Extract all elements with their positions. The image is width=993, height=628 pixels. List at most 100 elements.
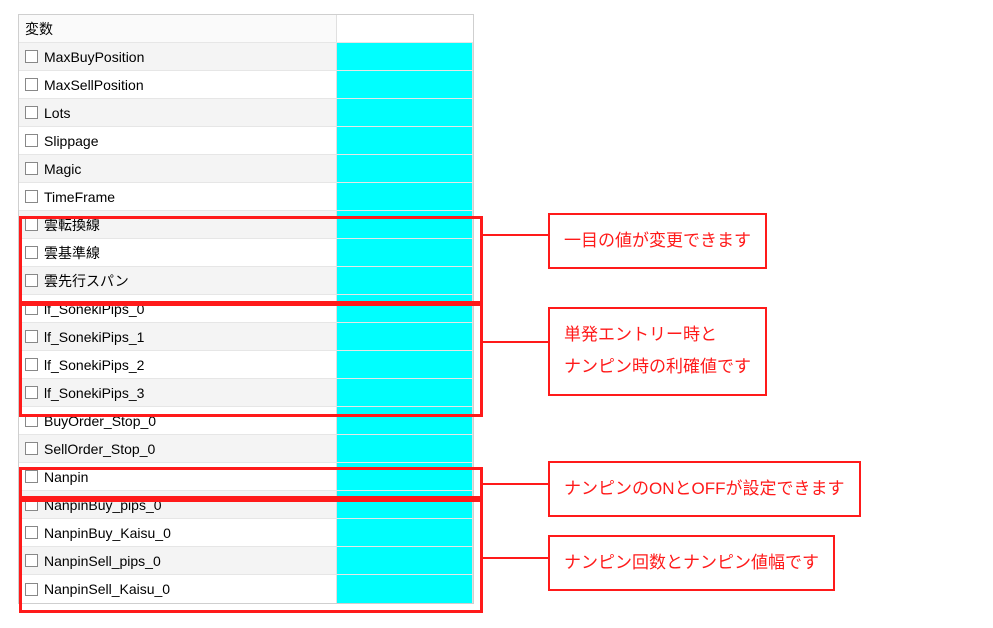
- param-value-cell[interactable]: [337, 43, 473, 70]
- param-label: Magic: [44, 161, 81, 177]
- row-checkbox[interactable]: [25, 386, 38, 399]
- param-name-cell: lf_SonekiPips_2: [19, 351, 337, 378]
- param-label: SellOrder_Stop_0: [44, 441, 155, 457]
- param-name-cell: TimeFrame: [19, 183, 337, 210]
- param-label: lf_SonekiPips_2: [44, 357, 144, 373]
- table-row[interactable]: SellOrder_Stop_0: [19, 435, 473, 463]
- param-value-cell[interactable]: [337, 127, 473, 154]
- param-label: NanpinBuy_Kaisu_0: [44, 525, 171, 541]
- param-label: NanpinSell_pips_0: [44, 553, 161, 569]
- callout-sonekipips: 単発エントリー時と ナンピン時の利確値です: [548, 307, 767, 396]
- table-row[interactable]: lf_SonekiPips_0: [19, 295, 473, 323]
- row-checkbox[interactable]: [25, 470, 38, 483]
- row-checkbox[interactable]: [25, 526, 38, 539]
- row-checkbox[interactable]: [25, 274, 38, 287]
- row-checkbox[interactable]: [25, 302, 38, 315]
- param-label: MaxBuyPosition: [44, 49, 144, 65]
- callout-text: ナンピン回数とナンピン値幅です: [564, 553, 819, 572]
- callout-nanpin-params: ナンピン回数とナンピン値幅です: [548, 535, 835, 591]
- param-value-cell[interactable]: [337, 351, 473, 378]
- param-value-cell[interactable]: [337, 183, 473, 210]
- table-row[interactable]: lf_SonekiPips_1: [19, 323, 473, 351]
- callout-text-line2: ナンピン時の利確値です: [564, 357, 751, 376]
- table-row[interactable]: BuyOrder_Stop_0: [19, 407, 473, 435]
- column-header-name: 変数: [19, 15, 337, 42]
- param-value-cell[interactable]: [337, 435, 473, 462]
- table-row[interactable]: lf_SonekiPips_3: [19, 379, 473, 407]
- param-label: Lots: [44, 105, 70, 121]
- param-value-cell[interactable]: [337, 463, 473, 490]
- param-name-cell: lf_SonekiPips_3: [19, 379, 337, 406]
- param-value-cell[interactable]: [337, 239, 473, 266]
- param-value-cell[interactable]: [337, 323, 473, 350]
- table-row[interactable]: Lots: [19, 99, 473, 127]
- header-label: 変数: [25, 19, 53, 39]
- row-checkbox[interactable]: [25, 106, 38, 119]
- param-value-cell[interactable]: [337, 519, 473, 546]
- param-name-cell: 雲基準線: [19, 239, 337, 266]
- connector-3: [483, 483, 548, 485]
- table-row[interactable]: NanpinBuy_pips_0: [19, 491, 473, 519]
- table-row[interactable]: Slippage: [19, 127, 473, 155]
- param-value-cell[interactable]: [337, 491, 473, 518]
- param-value-cell[interactable]: [337, 295, 473, 322]
- table-header-row: 変数: [19, 15, 473, 43]
- param-name-cell: Magic: [19, 155, 337, 182]
- table-row[interactable]: lf_SonekiPips_2: [19, 351, 473, 379]
- row-checkbox[interactable]: [25, 50, 38, 63]
- table-row[interactable]: 雲先行スパン: [19, 267, 473, 295]
- param-value-cell[interactable]: [337, 547, 473, 574]
- param-value-cell[interactable]: [337, 267, 473, 294]
- param-value-cell[interactable]: [337, 71, 473, 98]
- param-value-cell[interactable]: [337, 575, 473, 603]
- param-label: lf_SonekiPips_0: [44, 301, 144, 317]
- table-row[interactable]: MaxSellPosition: [19, 71, 473, 99]
- table-row[interactable]: Nanpin: [19, 463, 473, 491]
- param-label: NanpinSell_Kaisu_0: [44, 581, 170, 597]
- row-checkbox[interactable]: [25, 162, 38, 175]
- table-row[interactable]: MaxBuyPosition: [19, 43, 473, 71]
- table-row[interactable]: 雲転換線: [19, 211, 473, 239]
- param-label: BuyOrder_Stop_0: [44, 413, 156, 429]
- param-value-cell[interactable]: [337, 99, 473, 126]
- callout-text: 一目の値が変更できます: [564, 231, 751, 250]
- table-row[interactable]: TimeFrame: [19, 183, 473, 211]
- row-checkbox[interactable]: [25, 330, 38, 343]
- param-name-cell: 雲転換線: [19, 211, 337, 238]
- row-checkbox[interactable]: [25, 554, 38, 567]
- row-checkbox[interactable]: [25, 78, 38, 91]
- table-row[interactable]: Magic: [19, 155, 473, 183]
- param-name-cell: Nanpin: [19, 463, 337, 490]
- row-checkbox[interactable]: [25, 442, 38, 455]
- row-checkbox[interactable]: [25, 218, 38, 231]
- param-label: 雲転換線: [44, 215, 100, 235]
- param-name-cell: SellOrder_Stop_0: [19, 435, 337, 462]
- callout-text: ナンピンのONとOFFが設定できます: [564, 479, 845, 498]
- row-checkbox[interactable]: [25, 583, 38, 596]
- param-name-cell: MaxBuyPosition: [19, 43, 337, 70]
- table-row[interactable]: NanpinSell_Kaisu_0: [19, 575, 473, 603]
- row-checkbox[interactable]: [25, 414, 38, 427]
- param-value-cell[interactable]: [337, 379, 473, 406]
- row-checkbox[interactable]: [25, 246, 38, 259]
- param-label: lf_SonekiPips_3: [44, 385, 144, 401]
- row-checkbox[interactable]: [25, 134, 38, 147]
- callout-ichimoku: 一目の値が変更できます: [548, 213, 767, 269]
- param-label: TimeFrame: [44, 189, 115, 205]
- param-name-cell: 雲先行スパン: [19, 267, 337, 294]
- param-value-cell[interactable]: [337, 407, 473, 434]
- callout-nanpin-onoff: ナンピンのONとOFFが設定できます: [548, 461, 861, 517]
- connector-4: [483, 557, 548, 559]
- table-row[interactable]: NanpinBuy_Kaisu_0: [19, 519, 473, 547]
- param-name-cell: Slippage: [19, 127, 337, 154]
- table-row[interactable]: NanpinSell_pips_0: [19, 547, 473, 575]
- row-checkbox[interactable]: [25, 358, 38, 371]
- param-value-cell[interactable]: [337, 211, 473, 238]
- param-name-cell: NanpinBuy_Kaisu_0: [19, 519, 337, 546]
- row-checkbox[interactable]: [25, 498, 38, 511]
- row-checkbox[interactable]: [25, 190, 38, 203]
- table-row[interactable]: 雲基準線: [19, 239, 473, 267]
- param-name-cell: MaxSellPosition: [19, 71, 337, 98]
- param-label: Slippage: [44, 133, 99, 149]
- param-value-cell[interactable]: [337, 155, 473, 182]
